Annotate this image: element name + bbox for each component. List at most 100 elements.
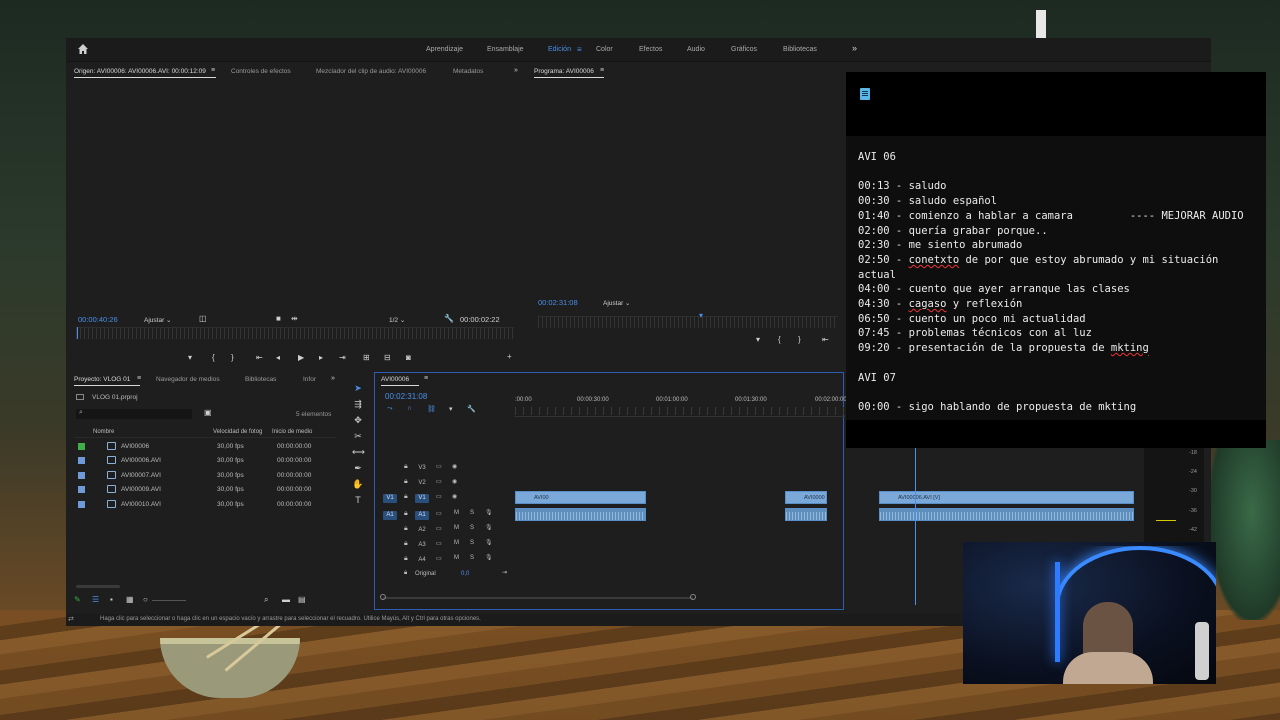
scroll-handle-left[interactable] <box>380 594 386 600</box>
project-hscrollbar[interactable] <box>76 585 120 588</box>
source-playhead[interactable] <box>77 327 78 339</box>
col-media-start[interactable]: Inicio de medio <box>272 429 312 435</box>
program-scrubber[interactable] <box>538 316 838 328</box>
lock-icon[interactable]: 🔒︎ <box>404 555 408 563</box>
panel-menu-icon[interactable]: ≡ <box>424 375 428 382</box>
razor-tool-icon[interactable]: ✂ <box>352 430 364 442</box>
source-timecode[interactable]: 00:00:40:26 <box>78 315 118 324</box>
project-search-input[interactable]: ⌕ <box>76 409 192 419</box>
eye-icon[interactable]: ◉ <box>452 478 457 485</box>
audio-clip[interactable] <box>879 508 1134 521</box>
mark-in-icon[interactable]: { <box>212 353 215 362</box>
stop-square-icon[interactable]: ■ <box>276 314 281 323</box>
solo-button[interactable]: S <box>470 540 474 546</box>
track-label[interactable]: V2 <box>415 479 429 488</box>
find-icon[interactable]: ⌕ <box>264 595 268 605</box>
list-view-icon[interactable]: ☰ <box>92 595 99 604</box>
timeline-playhead[interactable] <box>915 445 916 605</box>
track-select-tool-icon[interactable]: ⇶ <box>352 398 364 410</box>
source-video-area[interactable] <box>66 80 524 310</box>
resolution-dropdown[interactable]: 1/2 ⌄ <box>389 316 405 324</box>
project-row[interactable]: AVI00009.AVI 30,00 fps 00:00:00:00 <box>74 483 342 497</box>
ripple-edit-tool-icon[interactable]: ✥ <box>352 414 364 426</box>
mute-button[interactable]: M <box>454 525 459 531</box>
tab-info[interactable]: Infor <box>303 376 316 383</box>
audio-clip[interactable] <box>515 508 646 521</box>
new-bin-footer-icon[interactable]: ▬ <box>282 595 290 604</box>
mic-icon[interactable]: 🎙︎ <box>485 509 493 516</box>
track-label[interactable]: A1 <box>415 511 429 520</box>
program-timecode[interactable]: 00:02:31:08 <box>538 298 578 307</box>
eye-icon[interactable]: ◉ <box>452 493 457 500</box>
label-color-swatch[interactable] <box>78 457 85 465</box>
workspace-tab-active[interactable]: Edición <box>548 46 571 53</box>
home-icon[interactable] <box>78 44 88 54</box>
lock-icon[interactable]: 🔒︎ <box>404 478 408 486</box>
safe-margins-icon[interactable]: ◫ <box>199 314 207 323</box>
label-color-swatch[interactable] <box>78 471 85 479</box>
timeline-ruler[interactable]: :00:00 00:00:30:00 00:01:00:00 00:01:30:… <box>515 391 847 417</box>
mic-icon[interactable]: 🎙︎ <box>485 524 493 531</box>
program-playhead-icon[interactable]: ▾ <box>699 311 703 320</box>
notepad-icon[interactable] <box>860 88 870 100</box>
track-label[interactable]: V1 <box>415 494 429 503</box>
tab-audio-clip-mixer[interactable]: Mezclador del clip de audio: AVI00006 <box>316 68 426 75</box>
program-fit-dropdown[interactable]: Ajustar ⌄ <box>603 299 631 307</box>
mark-out-icon[interactable]: } <box>798 335 801 344</box>
tab-source[interactable]: Origen: AVI00006: AVI00006.AVI: 00:00:12… <box>74 68 216 78</box>
timeline-timecode[interactable]: 00:02:31:08 <box>385 392 427 401</box>
misspelled-word[interactable]: mkting <box>1111 342 1149 354</box>
camera-icon[interactable]: ◙ <box>406 353 411 362</box>
lock-icon[interactable]: 🔒︎ <box>404 525 408 533</box>
more-tabs-icon[interactable]: » <box>514 67 518 74</box>
wrench-icon[interactable]: 🔧 <box>444 314 454 323</box>
audio-clip[interactable] <box>785 508 827 521</box>
source-patch[interactable]: A1 <box>383 511 397 520</box>
tab-metadata[interactable]: Metadatos <box>453 68 483 75</box>
mix-value[interactable]: 0,0 <box>461 571 469 577</box>
nest-icon[interactable]: ⤳ <box>387 405 393 413</box>
hand-tool-icon[interactable]: ✋ <box>352 478 364 490</box>
workspace-tab[interactable]: Aprendizaje <box>426 46 463 53</box>
mark-in-icon[interactable]: { <box>778 335 781 344</box>
project-row[interactable]: AVI00010.AVI 30,00 fps 00:00:00:00 <box>74 498 342 512</box>
track-area[interactable]: 🔒︎ V3 ▭ ◉ 🔒︎ V2 ▭ ◉ V1 🔒︎ V1 ▭ ◉ A1 🔒︎ A1 ▭ M S 🎙︎ 🔒︎ A2 ▭ M S 🎙︎… <box>375 461 1134 581</box>
sync-lock-icon[interactable]: ▭ <box>436 493 442 500</box>
track-label[interactable]: A3 <box>415 541 429 550</box>
tab-project[interactable]: Proyecto: VLOG 01 <box>74 376 141 386</box>
sync-lock-icon[interactable]: ▭ <box>436 540 442 547</box>
label-color-swatch[interactable] <box>78 443 85 450</box>
solo-button[interactable]: S <box>470 555 474 561</box>
track-label[interactable]: V3 <box>415 464 429 473</box>
workspace-tab[interactable]: Ensamblaje <box>487 46 524 53</box>
workspace-menu-icon[interactable]: ≡ <box>577 45 582 54</box>
track-label[interactable]: A4 <box>415 556 429 565</box>
solo-button[interactable]: S <box>470 510 474 516</box>
more-tabs-icon[interactable]: » <box>331 375 335 382</box>
insert-icon[interactable]: ⊞ <box>363 353 370 362</box>
source-fit-dropdown[interactable]: Ajustar ⌄ <box>144 316 172 324</box>
new-item-icon[interactable]: ▤ <box>298 595 306 604</box>
source-scrubber[interactable] <box>76 327 514 339</box>
sync-lock-icon[interactable]: ▭ <box>436 510 442 517</box>
go-to-out-icon[interactable]: ⇥ <box>339 353 346 362</box>
col-name[interactable]: Nombre <box>93 429 114 435</box>
workspace-tab[interactable]: Bibliotecas <box>783 46 817 53</box>
marker-icon[interactable]: ▾ <box>756 335 760 344</box>
notes-text[interactable]: AVI 06 00:13 - saludo 00:30 - saludo españ… <box>858 150 1258 420</box>
pencil-icon[interactable]: ✎ <box>74 595 81 604</box>
tab-program[interactable]: Programa: AVI00006 <box>534 68 604 78</box>
mute-button[interactable]: M <box>454 555 459 561</box>
timeline-hscrollbar[interactable] <box>380 594 696 600</box>
icon-view-icon[interactable]: ▪ <box>110 595 113 604</box>
solo-button[interactable]: S <box>470 525 474 531</box>
track-label[interactable]: A2 <box>415 526 429 535</box>
tab-sequence[interactable]: AVI00006 <box>381 376 420 386</box>
mark-out-icon[interactable]: } <box>231 353 234 362</box>
zoom-slider[interactable] <box>152 600 186 601</box>
go-to-end-icon[interactable]: ⇥ <box>502 569 507 576</box>
go-to-in-icon[interactable]: ⇤ <box>822 335 829 344</box>
timeline-settings-icon[interactable]: 🔧 <box>467 405 476 413</box>
sync-lock-icon[interactable]: ▭ <box>436 555 442 562</box>
workspace-tab[interactable]: Gráficos <box>731 46 757 53</box>
